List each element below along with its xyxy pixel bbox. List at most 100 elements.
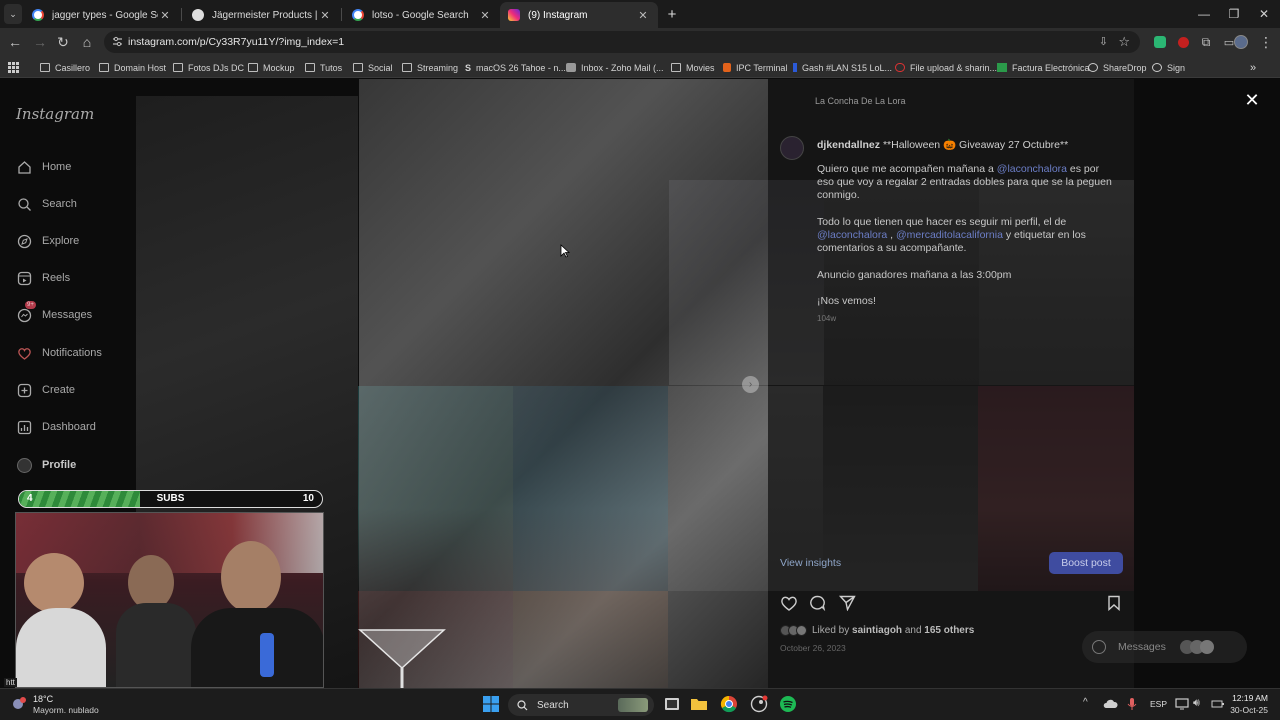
- back-icon[interactable]: ←: [5, 32, 25, 52]
- taskbar-search-box[interactable]: Search: [508, 694, 654, 716]
- extensions-puzzle-icon[interactable]: ⧉: [1196, 32, 1216, 52]
- task-view-icon[interactable]: [663, 695, 683, 715]
- apps-grid-icon[interactable]: [8, 60, 19, 75]
- home-button-icon[interactable]: ⌂: [77, 32, 97, 52]
- bookmark-zoho[interactable]: Inbox - Zoho Mail (...: [566, 60, 664, 75]
- close-modal-icon[interactable]: ✕: [1243, 90, 1261, 110]
- input-language[interactable]: ESP: [1150, 699, 1167, 709]
- author-avatar[interactable]: [780, 136, 804, 160]
- tray-expand-icon[interactable]: ^: [1083, 697, 1088, 708]
- nav-explore[interactable]: Explore: [16, 231, 79, 251]
- avatar: [1199, 640, 1214, 654]
- like-heart-icon[interactable]: [780, 595, 798, 611]
- bookmark-macos[interactable]: SmacOS 26 Tahoe - n...: [465, 60, 566, 75]
- weather-desc[interactable]: Mayorm. nublado: [33, 705, 99, 715]
- bookmark-gash-lan[interactable]: Gash #LAN S15 LoL...: [793, 60, 892, 75]
- window-close-icon[interactable]: ✕: [1250, 4, 1278, 24]
- mention-link[interactable]: @laconchalora: [817, 229, 887, 241]
- mention-link[interactable]: @laconchalora: [997, 163, 1067, 175]
- chrome-icon[interactable]: [720, 695, 740, 715]
- boost-post-button[interactable]: Boost post: [1049, 552, 1123, 574]
- bookmark-casillero[interactable]: Casillero: [40, 60, 90, 75]
- profile-avatar[interactable]: [1231, 32, 1251, 52]
- nav-create[interactable]: Create: [16, 380, 75, 400]
- onedrive-icon[interactable]: [1102, 698, 1118, 709]
- view-insights-link[interactable]: View insights: [780, 557, 841, 569]
- nav-messages[interactable]: 9+ Messages: [16, 301, 92, 325]
- liked-by-others[interactable]: 165 others: [924, 625, 974, 636]
- new-tab-button[interactable]: +: [662, 4, 682, 24]
- close-tab-icon[interactable]: ✕: [478, 9, 492, 22]
- next-image-arrow-icon[interactable]: ›: [742, 376, 759, 393]
- save-bookmark-icon[interactable]: [1107, 595, 1121, 611]
- forward-icon[interactable]: →: [30, 32, 50, 52]
- extension-green-icon[interactable]: [1150, 32, 1170, 52]
- bookmark-label: Inbox - Zoho Mail (...: [581, 62, 664, 73]
- caption-paragraph: Todo lo que tienen que hacer es seguir m…: [817, 216, 1117, 255]
- clock-time[interactable]: 12:19 AM: [1232, 693, 1268, 703]
- restore-icon[interactable]: ❐: [1220, 4, 1248, 24]
- clock-date[interactable]: 30-Oct-25: [1228, 705, 1268, 715]
- tab-search-button[interactable]: ⌄: [4, 4, 22, 24]
- messages-pill[interactable]: Messages: [1082, 631, 1247, 663]
- windows-start-icon[interactable]: [482, 695, 502, 715]
- weather-icon[interactable]: [10, 695, 28, 713]
- bookmark-movies[interactable]: Movies: [671, 60, 715, 75]
- bookmark-file-upload[interactable]: File upload & sharin...: [895, 60, 997, 75]
- tab-instagram[interactable]: (9) Instagram ✕: [500, 2, 658, 28]
- bookmark-sharedrop[interactable]: ShareDrop: [1088, 60, 1147, 75]
- share-icon[interactable]: [839, 595, 856, 611]
- folder-icon: [99, 63, 109, 72]
- close-tab-icon[interactable]: ✕: [158, 9, 172, 22]
- bookmark-streaming[interactable]: Streaming: [402, 60, 458, 75]
- tab-lotso[interactable]: lotso - Google Search ✕: [344, 2, 500, 28]
- bookmark-social[interactable]: Social: [353, 60, 393, 75]
- nav-reels[interactable]: Reels: [16, 268, 70, 288]
- liked-by-user[interactable]: saintiagoh: [852, 625, 902, 636]
- steam-icon[interactable]: [750, 695, 770, 715]
- tab-title: Jägermeister Products | Jägerm: [212, 9, 318, 21]
- site-info-icon[interactable]: [112, 36, 123, 47]
- bookmark-factura[interactable]: Factura Electrónica: [997, 60, 1090, 75]
- spotify-icon[interactable]: [779, 695, 799, 715]
- file-explorer-icon[interactable]: [690, 695, 710, 715]
- post-author[interactable]: djkendallnez: [817, 139, 880, 151]
- post-location[interactable]: La Concha De La Lora: [815, 96, 906, 106]
- tab-jagermeister[interactable]: Jägermeister Products | Jägerm ✕: [184, 2, 340, 28]
- volume-icon[interactable]: 🔊︎: [1193, 697, 1200, 710]
- bookmark-star-icon[interactable]: ☆: [1118, 34, 1130, 50]
- install-app-icon[interactable]: ⇩: [1099, 35, 1108, 48]
- browser-menu-icon[interactable]: ⋮: [1256, 32, 1276, 52]
- weather-temp[interactable]: 18°C: [33, 694, 53, 704]
- battery-icon[interactable]: [1211, 697, 1225, 711]
- post-image[interactable]: [359, 79, 768, 688]
- nav-dashboard[interactable]: Dashboard: [16, 417, 96, 437]
- bookmark-domain-host[interactable]: Domain Host: [99, 60, 166, 75]
- bookmark-ipc-terminal[interactable]: IPC Terminal: [723, 60, 787, 75]
- close-tab-icon[interactable]: ✕: [636, 9, 650, 22]
- nav-home[interactable]: Home: [16, 157, 71, 177]
- jagermeister-icon: [192, 9, 204, 21]
- comment-icon[interactable]: [809, 595, 826, 611]
- reload-icon[interactable]: ↻: [53, 32, 73, 52]
- google-icon: [352, 9, 364, 21]
- more-bookmarks-icon[interactable]: »: [1250, 60, 1256, 75]
- address-bar[interactable]: instagram.com/p/Cy33R7yu11Y/?img_index=1…: [104, 31, 1140, 53]
- network-icon[interactable]: [1175, 697, 1189, 711]
- nav-notifications[interactable]: Notifications: [16, 343, 102, 363]
- bookmark-mockup[interactable]: Mockup: [248, 60, 295, 75]
- bookmark-tutos[interactable]: Tutos: [305, 60, 342, 75]
- minimize-icon[interactable]: —: [1190, 4, 1218, 24]
- folder-icon: [671, 63, 681, 72]
- mention-link[interactable]: @mercaditolacalifornia: [896, 229, 1003, 241]
- bookmark-label: Fotos DJs DC: [188, 62, 245, 73]
- bookmark-sign[interactable]: Sign: [1152, 60, 1185, 75]
- nav-profile[interactable]: Profile: [16, 455, 76, 475]
- microphone-icon[interactable]: [1127, 697, 1137, 711]
- bookmark-fotos-djs[interactable]: Fotos DJs DC: [173, 60, 244, 75]
- nav-search[interactable]: Search: [16, 194, 77, 214]
- tab-jagger-types[interactable]: jagger types - Google Search ✕: [24, 2, 180, 28]
- close-tab-icon[interactable]: ✕: [318, 9, 332, 22]
- extension-red-icon[interactable]: [1173, 32, 1193, 52]
- instagram-logo[interactable]: Instagram: [16, 105, 94, 123]
